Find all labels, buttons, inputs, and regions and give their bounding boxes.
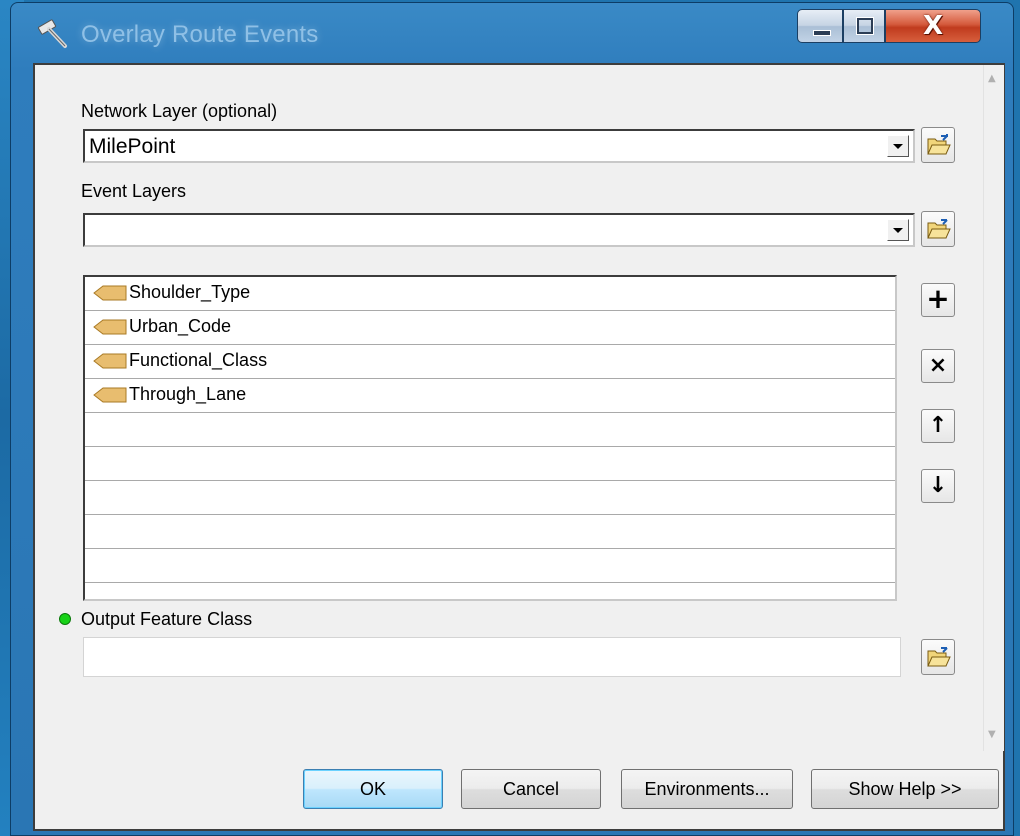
- hammer-tool-icon: [37, 19, 67, 48]
- chevron-down-icon[interactable]: [887, 219, 909, 241]
- list-item[interactable]: Through_Lane: [85, 379, 895, 413]
- remove-button[interactable]: ×: [921, 349, 955, 383]
- button-bar: OK Cancel Environments... Show Help >>: [35, 751, 1003, 829]
- event-layers-list[interactable]: Shoulder_Type Urban_Code Functional_Clas…: [83, 275, 897, 601]
- list-item[interactable]: Functional_Class: [85, 345, 895, 379]
- close-icon: X: [922, 11, 944, 41]
- ok-button[interactable]: OK: [303, 769, 443, 809]
- close-button[interactable]: X: [885, 9, 981, 43]
- maximize-icon: [856, 17, 874, 35]
- move-up-button[interactable]: ↑: [921, 409, 955, 443]
- event-layer-icon: [93, 285, 127, 301]
- event-layers-browse-button[interactable]: [921, 211, 955, 247]
- event-layers-combo[interactable]: [83, 213, 915, 247]
- minimize-icon: [813, 30, 831, 36]
- arrow-down-icon: ↓: [928, 473, 948, 498]
- network-layer-value: MilePoint: [89, 135, 176, 158]
- network-layer-browse-button[interactable]: [921, 127, 955, 163]
- list-item-label: Shoulder_Type: [129, 282, 251, 302]
- event-layer-icon: [93, 387, 127, 403]
- dialog-window: Overlay Route Events X Network Layer (op…: [10, 2, 1014, 836]
- vertical-scrollbar[interactable]: ▲ ▼: [983, 65, 1004, 751]
- list-item-label: Functional_Class: [129, 350, 268, 370]
- move-down-button[interactable]: ↓: [921, 469, 955, 503]
- network-layer-label: Network Layer (optional): [81, 101, 278, 121]
- list-item[interactable]: Urban_Code: [85, 311, 895, 345]
- empty-list-row[interactable]: [85, 515, 895, 549]
- network-layer-combo[interactable]: MilePoint: [83, 129, 915, 163]
- open-folder-icon: [927, 219, 951, 239]
- event-layers-label: Event Layers: [81, 181, 187, 201]
- close-icon: ×: [928, 353, 948, 378]
- open-folder-icon: [927, 647, 951, 667]
- minimize-button[interactable]: [797, 9, 843, 43]
- output-browse-button[interactable]: [921, 639, 955, 675]
- list-item-label: Urban_Code: [129, 316, 232, 336]
- open-folder-icon: [927, 134, 951, 155]
- dialog-client-area: Network Layer (optional) MilePoint Event…: [33, 63, 1005, 831]
- scroll-down-icon[interactable]: ▼: [988, 729, 996, 740]
- event-layer-icon: [93, 353, 127, 369]
- event-layer-icon: [93, 319, 127, 335]
- add-button[interactable]: +: [921, 283, 955, 317]
- scroll-up-icon[interactable]: ▲: [988, 73, 996, 84]
- list-item-label: Through_Lane: [129, 384, 247, 404]
- cancel-button[interactable]: Cancel: [461, 769, 601, 809]
- arrow-up-icon: ↑: [928, 413, 948, 438]
- parameters-panel: Network Layer (optional) MilePoint Event…: [35, 65, 983, 751]
- output-feature-class-label: Output Feature Class: [81, 609, 253, 629]
- empty-list-row[interactable]: [85, 447, 895, 481]
- maximize-button[interactable]: [843, 9, 885, 43]
- show-help-button[interactable]: Show Help >>: [811, 769, 999, 809]
- empty-list-row[interactable]: [85, 481, 895, 515]
- title-bar[interactable]: Overlay Route Events X: [11, 3, 1013, 61]
- output-feature-class-field[interactable]: [83, 637, 901, 677]
- empty-list-row[interactable]: [85, 413, 895, 447]
- empty-list-row[interactable]: [85, 549, 895, 583]
- list-item[interactable]: Shoulder_Type: [85, 277, 895, 311]
- chevron-down-icon[interactable]: [887, 135, 909, 157]
- plus-icon: +: [926, 282, 950, 315]
- required-indicator-icon: [59, 613, 71, 625]
- window-title: Overlay Route Events: [81, 21, 319, 48]
- environments-button[interactable]: Environments...: [621, 769, 793, 809]
